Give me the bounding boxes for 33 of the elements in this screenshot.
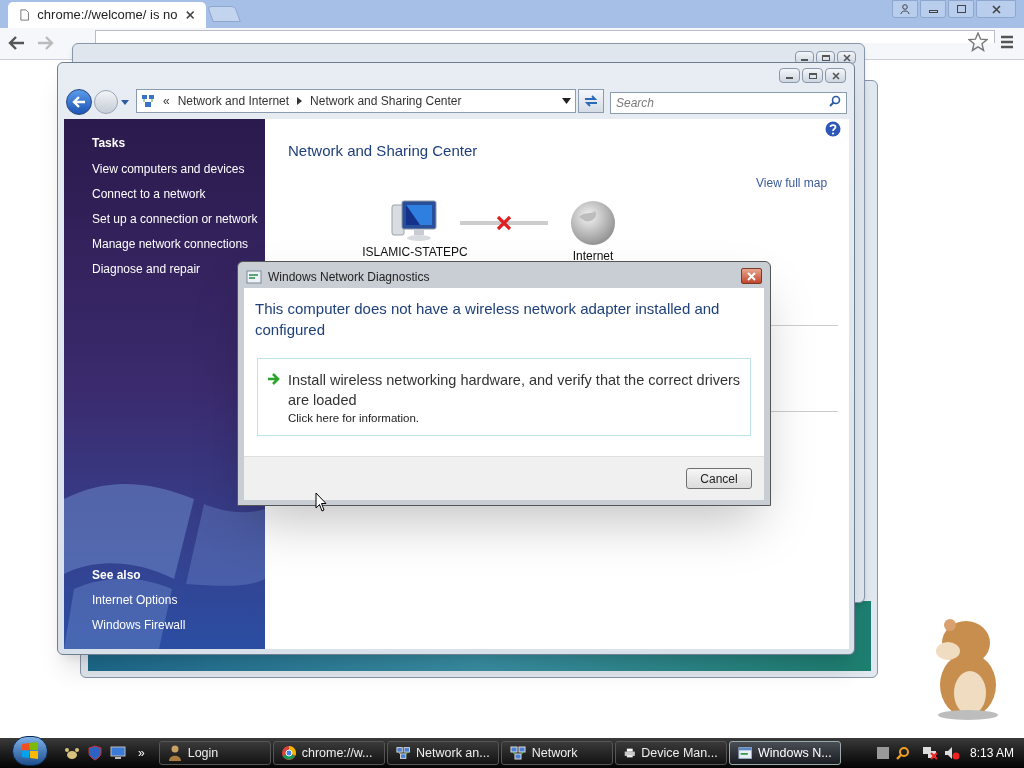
see-also-link[interactable]: Internet Options [92, 592, 186, 609]
view-full-map-link[interactable]: View full map [756, 174, 828, 192]
browser-tab[interactable]: chrome://welcome/ is no [8, 2, 206, 28]
dialog-message: This computer does not have a wireless network adapter installed and configured [254, 299, 721, 340]
address-bar[interactable]: « Network and Internet Network and Sharing Center [136, 89, 576, 113]
tab-title: chrome://welcome/ is no [37, 6, 178, 25]
cancel-button[interactable]: Cancel [686, 468, 752, 489]
taskbar-button[interactable]: Device Man... [614, 741, 727, 765]
taskbar-button[interactable]: Windows N... [728, 741, 841, 765]
task-link[interactable]: Manage network connections [92, 236, 265, 253]
taskbar-button[interactable]: Network [500, 741, 613, 765]
page-title: Network and Sharing Center [288, 141, 478, 161]
solution-option[interactable]: Install wireless networking hardware, and verify that the correct drivers are loaded Click here for information. [257, 358, 751, 436]
see-also-link[interactable]: Windows Firewall [92, 617, 186, 634]
network-node-label[interactable]: Internet [572, 247, 614, 265]
taskbar-button[interactable]: Network an... [386, 741, 499, 765]
breadcrumb-overflow[interactable]: « [163, 92, 170, 110]
taskbar-button[interactable]: chrome://w... [272, 741, 385, 765]
task-link[interactable]: Set up a connection or network [92, 211, 265, 228]
sidebar-heading: Tasks [92, 135, 127, 152]
solution-text: Install wireless networking hardware, and verify that the correct drivers are loaded [288, 371, 741, 410]
breadcrumb-item[interactable]: Network and Sharing Center [310, 92, 462, 110]
breadcrumb-item[interactable]: Network and Internet [177, 92, 290, 110]
overflow-chevron[interactable]: » [138, 744, 145, 762]
taskbar-button[interactable]: Login [158, 741, 271, 765]
dialog-title: Windows Network Diagnostics [268, 269, 430, 286]
solution-subtext: Click here for information. [288, 411, 421, 426]
network-node-label[interactable]: ISLAMIC-STATEPC [362, 243, 468, 261]
task-link[interactable]: View computers and devices [92, 161, 265, 178]
clock[interactable]: 8:13 AM [969, 744, 1014, 762]
sidebar-heading: See also [92, 567, 142, 584]
search-field[interactable]: Search [610, 92, 847, 114]
task-link[interactable]: Connect to a network [92, 186, 265, 203]
